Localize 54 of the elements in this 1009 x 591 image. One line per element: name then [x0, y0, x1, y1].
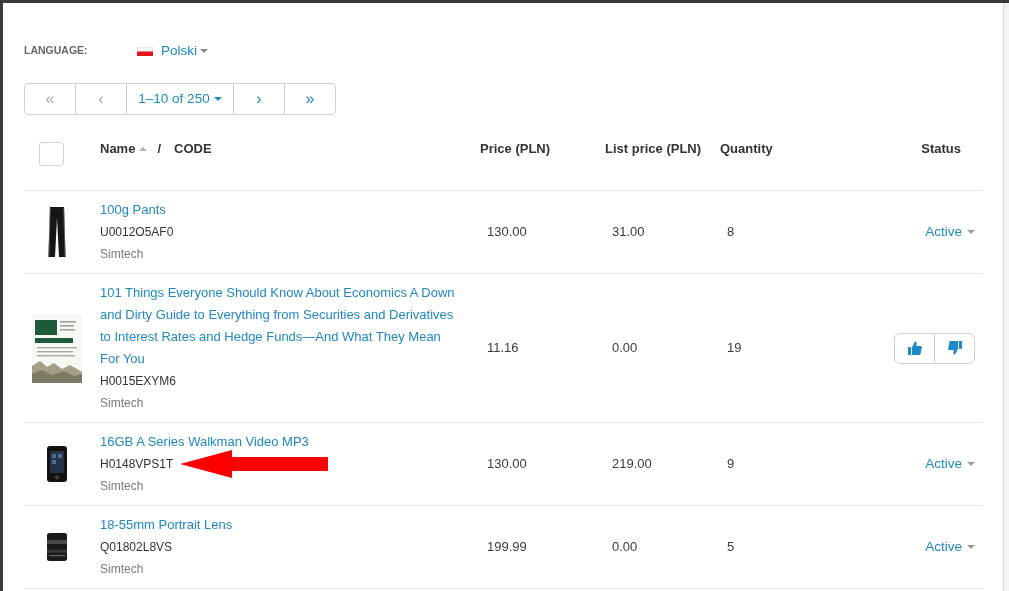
page-range-dropdown[interactable]: 1–10 of 250	[126, 83, 234, 115]
product-name-link[interactable]: 16GB A Series Walkman Video MP3	[100, 431, 309, 453]
pagination-button[interactable]: ›	[233, 83, 285, 115]
status-column-header: Status	[800, 125, 983, 191]
list-price-column-header: List price (PLN)	[595, 125, 710, 191]
quantity-column-header: Quantity	[710, 125, 800, 191]
list-price-cell: 0.00	[595, 505, 710, 589]
vendor-name: Simtech	[100, 395, 144, 412]
product-name-link[interactable]: 101 Things Everyone Should Know About Economics A Down and Dirty Guide to Everything from Securities and Derivatives to Interest Rates and Hedge Funds—And What They Mean For You	[100, 282, 460, 370]
product-name-link[interactable]: 18-55mm Portrait Lens	[100, 514, 233, 536]
disapprove-button[interactable]	[934, 332, 975, 364]
status-dropdown[interactable]: Active	[925, 453, 975, 475]
vendor-name: Simtech	[100, 246, 144, 263]
select-all-checkbox[interactable]	[39, 142, 64, 166]
quantity-cell: 9	[710, 422, 800, 506]
language-label: LANGUAGE:	[24, 43, 89, 59]
caret-icon	[200, 49, 208, 53]
header-separator: /	[157, 140, 162, 158]
camera-lens-thumbnail	[46, 533, 68, 561]
pants-thumbnail	[48, 207, 66, 257]
status-dropdown[interactable]: Active	[925, 536, 975, 558]
product-code: U0012O5AF0	[100, 224, 174, 241]
pagination-button[interactable]: »	[284, 83, 336, 115]
caret-icon	[967, 230, 975, 234]
vendor-name: Simtech	[100, 561, 144, 578]
list-price-cell: 219.00	[595, 422, 710, 506]
product-code: H0148VPS1T	[100, 456, 174, 473]
thumbs-down-icon	[947, 341, 962, 355]
caret-icon	[213, 97, 222, 101]
price-cell: 130.00	[470, 422, 595, 506]
language-dropdown[interactable]: Polski	[137, 40, 208, 62]
vendor-name: Simtech	[100, 478, 144, 495]
list-price-cell: 31.00	[595, 190, 710, 274]
price-column-header: Price (PLN)	[470, 125, 595, 191]
code-column-header[interactable]: CODE	[174, 139, 212, 159]
status-dropdown[interactable]: Active	[925, 221, 975, 243]
media-player-thumbnail	[47, 446, 67, 482]
name-column-header[interactable]: Name	[100, 139, 136, 159]
thumbs-up-icon	[907, 341, 922, 355]
price-cell: 199.99	[470, 505, 595, 589]
list-price-cell: 0.00	[595, 273, 710, 423]
caret-icon	[967, 545, 975, 549]
product-code: H0015EXYM6	[100, 373, 177, 390]
flag-icon	[137, 46, 153, 56]
quantity-cell: 19	[710, 273, 800, 423]
price-cell: 11.16	[470, 273, 595, 423]
price-cell: 130.00	[470, 190, 595, 274]
product-code: Q01802L8VS	[100, 539, 173, 556]
caret-icon	[967, 462, 975, 466]
book-cover-thumbnail	[32, 313, 82, 383]
quantity-cell: 8	[710, 190, 800, 274]
product-name-link[interactable]: 100g Pants	[100, 199, 166, 221]
quantity-cell: 5	[710, 505, 800, 589]
approve-button[interactable]	[894, 332, 935, 364]
